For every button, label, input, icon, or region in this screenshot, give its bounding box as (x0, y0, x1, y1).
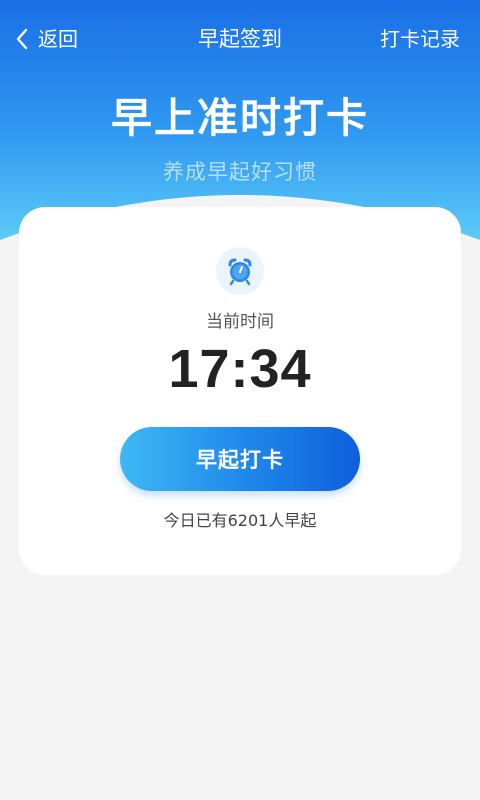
hero-title: 早上准时打卡 (111, 94, 369, 142)
checkin-card: 当前时间 17:34 早起打卡 今日已有6201人早起 (19, 207, 461, 575)
chevron-left-icon (14, 24, 36, 54)
hero-subtitle: 养成早起好习惯 (163, 160, 317, 184)
page-title: 早起签到 (198, 27, 282, 51)
current-time-value: 17:34 (168, 339, 312, 399)
early-checkin-button[interactable]: 早起打卡 (120, 427, 360, 491)
alarm-clock-icon (216, 247, 264, 295)
checkin-count-text: 今日已有6201人早起 (163, 511, 317, 530)
back-label: 返回 (38, 27, 78, 51)
checkin-records-button[interactable]: 打卡记录 (380, 24, 460, 54)
navigation-bar: 返回 早起签到 打卡记录 (0, 0, 480, 76)
current-time-label: 当前时间 (206, 312, 274, 332)
back-button[interactable]: 返回 (14, 24, 78, 54)
